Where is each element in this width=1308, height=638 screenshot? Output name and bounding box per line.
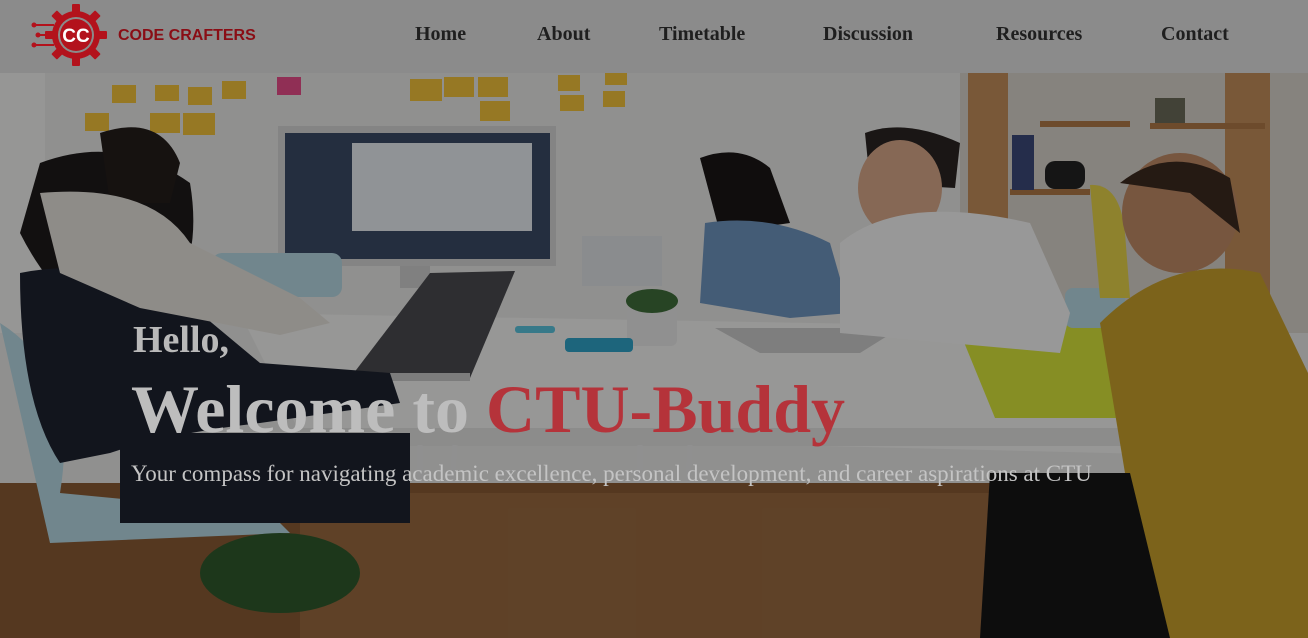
nav-discussion[interactable]: Discussion [823,23,913,46]
nav-contact[interactable]: Contact [1161,23,1229,46]
nav-home[interactable]: Home [415,23,466,46]
hero-title: Welcome to CTU-Buddy [131,370,845,449]
nav-timetable[interactable]: Timetable [659,23,745,46]
main-nav: Home About Timetable Discussion Resource… [0,0,1308,73]
hero-title-prefix: Welcome to [131,371,486,447]
hero-greeting: Hello, [133,319,230,361]
hero-subtitle: Your compass for navigating academic exc… [131,461,1092,486]
nav-resources[interactable]: Resources [996,23,1082,46]
hero-title-brand: CTU-Buddy [485,371,846,447]
navbar: CC CODE CRAFTERS Home About Timetable Di… [0,0,1308,73]
nav-about[interactable]: About [537,23,590,46]
hero-section: Hello, Welcome to CTU-Buddy Your compass… [0,73,1308,638]
